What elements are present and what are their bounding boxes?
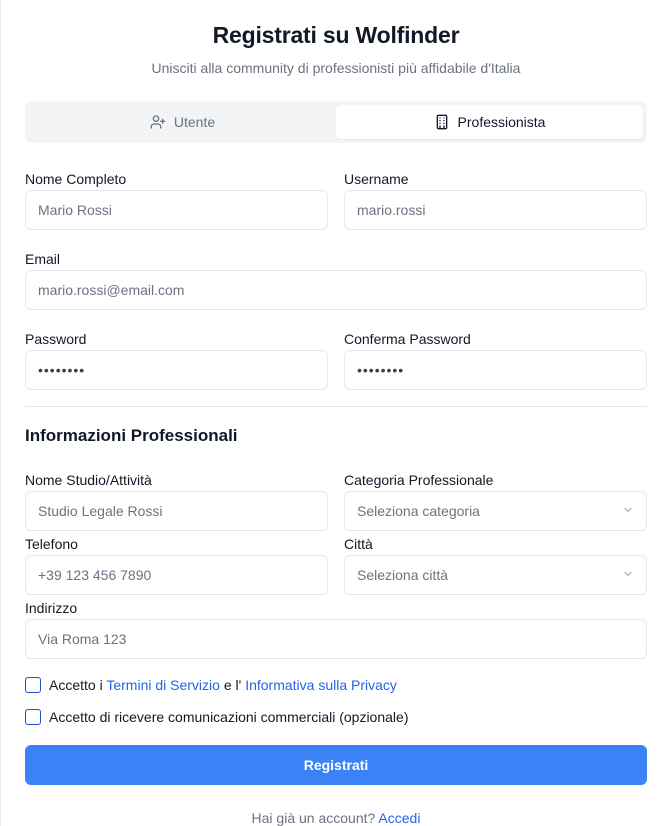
- terms-consent-row: Accetto i Termini di Servizio e l' Infor…: [25, 677, 397, 693]
- password-input[interactable]: ••••••••: [25, 350, 328, 390]
- tab-utente-label: Utente: [173, 114, 216, 130]
- tab-professionista-label: Professionista: [457, 114, 546, 130]
- login-link[interactable]: Accedi: [378, 810, 420, 826]
- privacy-link[interactable]: Informativa sulla Privacy: [245, 677, 397, 693]
- tab-utente[interactable]: Utente: [29, 105, 336, 139]
- professional-section-title: Informazioni Professionali: [25, 426, 238, 445]
- confirm-password-input[interactable]: ••••••••: [344, 350, 647, 390]
- login-prompt: Hai già un account? Accedi: [0, 810, 664, 826]
- section-divider: [25, 406, 647, 407]
- tab-professionista[interactable]: Professionista: [336, 105, 643, 139]
- username-field: [344, 190, 647, 230]
- register-button[interactable]: Registrati: [25, 745, 647, 785]
- user-plus-icon: [150, 114, 166, 130]
- confirm-password-value: ••••••••: [357, 362, 405, 378]
- username-label: Username: [344, 171, 409, 187]
- terms-link[interactable]: Termini di Servizio: [106, 677, 220, 693]
- phone-label: Telefono: [25, 536, 78, 552]
- category-label: Categoria Professionale: [344, 472, 494, 488]
- building-icon: [434, 114, 450, 130]
- marketing-text: Accetto di ricevere comunicazioni commer…: [49, 709, 409, 725]
- email-label: Email: [25, 251, 61, 267]
- marketing-consent-row: Accetto di ricevere comunicazioni commer…: [25, 709, 408, 725]
- category-select-value: Seleziona categoria: [357, 503, 480, 519]
- password-label: Password: [25, 331, 87, 347]
- account-type-tabs: Utente Professionista: [25, 101, 647, 143]
- category-select[interactable]: Seleziona categoria: [344, 491, 647, 531]
- phone-field: [25, 555, 328, 595]
- address-label: Indirizzo: [25, 600, 78, 616]
- terms-middle: e l': [223, 677, 242, 693]
- marketing-checkbox[interactable]: [25, 709, 41, 725]
- chevron-down-icon: [622, 503, 634, 519]
- studio-label: Nome Studio/Attività: [25, 472, 152, 488]
- password-value: ••••••••: [38, 362, 86, 378]
- studio-input[interactable]: [38, 503, 315, 519]
- email-field: [25, 270, 647, 310]
- page-title: Registrati su Wolfinder: [212, 22, 460, 48]
- terms-checkbox[interactable]: [25, 677, 41, 693]
- email-input[interactable]: [38, 282, 634, 298]
- chevron-down-icon: [622, 567, 634, 583]
- page-subtitle: Unisciti alla community di professionist…: [151, 60, 521, 76]
- terms-text: Accetto i Termini di Servizio e l' Infor…: [49, 677, 397, 693]
- username-input[interactable]: [357, 202, 634, 218]
- full-name-field: [25, 190, 328, 230]
- address-input[interactable]: [38, 631, 634, 647]
- confirm-password-label: Conferma Password: [344, 331, 471, 347]
- terms-prefix: Accetto i: [49, 677, 103, 693]
- phone-input[interactable]: [38, 567, 315, 583]
- full-name-input[interactable]: [38, 202, 315, 218]
- city-select-value: Seleziona città: [357, 567, 449, 583]
- studio-field: [25, 491, 328, 531]
- full-name-label: Nome Completo: [25, 171, 127, 187]
- address-field: [25, 619, 647, 659]
- login-question: Hai già un account?: [251, 810, 376, 826]
- city-label: Città: [344, 536, 373, 552]
- city-select[interactable]: Seleziona città: [344, 555, 647, 595]
